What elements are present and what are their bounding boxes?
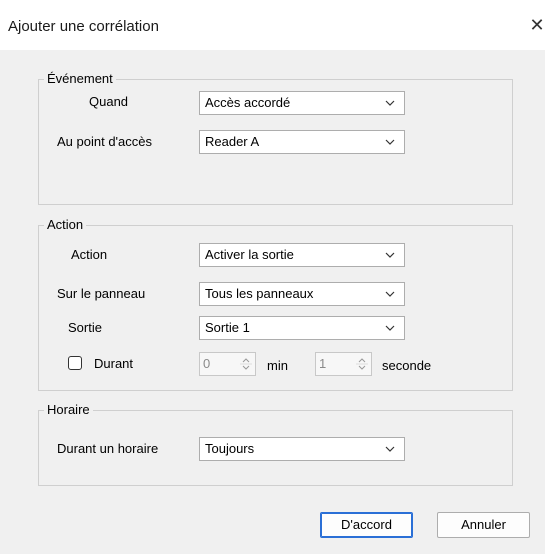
action-dropdown-value: Activer la sortie: [205, 247, 294, 262]
schedule-label: Durant un horaire: [57, 441, 159, 456]
stepper-arrows-icon[interactable]: [240, 355, 252, 373]
panel-label: Sur le panneau: [57, 286, 146, 301]
seconds-stepper[interactable]: 1: [315, 352, 372, 376]
chevron-down-icon: [385, 446, 395, 452]
schedule-dropdown-value: Toujours: [205, 441, 255, 456]
when-dropdown-value: Accès accordé: [205, 95, 291, 110]
output-dropdown[interactable]: Sortie 1: [199, 316, 405, 340]
access-point-dropdown-value: Reader A: [205, 134, 260, 149]
ok-button[interactable]: D'accord: [320, 512, 413, 538]
chevron-down-icon: [385, 139, 395, 145]
minutes-stepper[interactable]: 0: [199, 352, 256, 376]
seconds-unit-label: seconde: [382, 358, 432, 373]
access-point-label: Au point d'accès: [57, 134, 152, 149]
chevron-down-icon: [385, 325, 395, 331]
action-label: Action: [71, 247, 108, 262]
chevron-down-icon: [385, 252, 395, 258]
schedule-group-legend: Horaire: [44, 402, 93, 418]
duration-checkbox[interactable]: [68, 356, 82, 370]
duration-checkbox-label[interactable]: Durant: [94, 356, 133, 372]
cancel-button[interactable]: Annuler: [437, 512, 530, 538]
schedule-dropdown[interactable]: Toujours: [199, 437, 405, 461]
stepper-arrows-icon[interactable]: [356, 355, 368, 373]
action-dropdown[interactable]: Activer la sortie: [199, 243, 405, 267]
panel-dropdown[interactable]: Tous les panneaux: [199, 282, 405, 306]
chevron-down-icon: [385, 100, 395, 106]
action-group-legend: Action: [44, 217, 87, 233]
window-title: Ajouter une corrélation: [8, 18, 159, 35]
when-label: Quand: [89, 94, 129, 109]
output-label: Sortie: [68, 320, 102, 335]
access-point-dropdown[interactable]: Reader A: [199, 130, 405, 154]
minutes-stepper-value: 0: [203, 356, 211, 371]
chevron-down-icon: [385, 291, 395, 297]
event-group-legend: Événement: [44, 71, 116, 87]
when-dropdown[interactable]: Accès accordé: [199, 91, 405, 115]
seconds-stepper-value: 1: [319, 356, 327, 371]
title-bar: Ajouter une corrélation ✕: [0, 0, 545, 50]
close-icon[interactable]: ✕: [526, 14, 545, 36]
panel-dropdown-value: Tous les panneaux: [205, 286, 314, 301]
output-dropdown-value: Sortie 1: [205, 320, 250, 335]
minutes-unit-label: min: [267, 358, 288, 373]
